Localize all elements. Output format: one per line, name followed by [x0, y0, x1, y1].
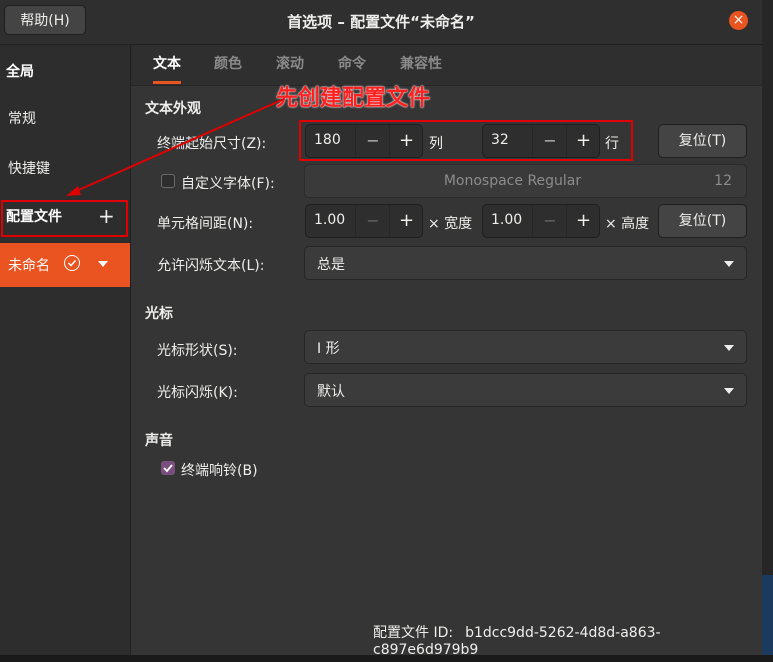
annotation-arrow [66, 98, 285, 196]
background-bottom [0, 655, 773, 662]
preferences-window: 帮助(H) 首选项 – 配置文件“未命名” × 全局 常规 快捷键 配置文件 +… [0, 0, 762, 658]
background-window-edge [762, 575, 773, 662]
background-strip [762, 0, 773, 662]
